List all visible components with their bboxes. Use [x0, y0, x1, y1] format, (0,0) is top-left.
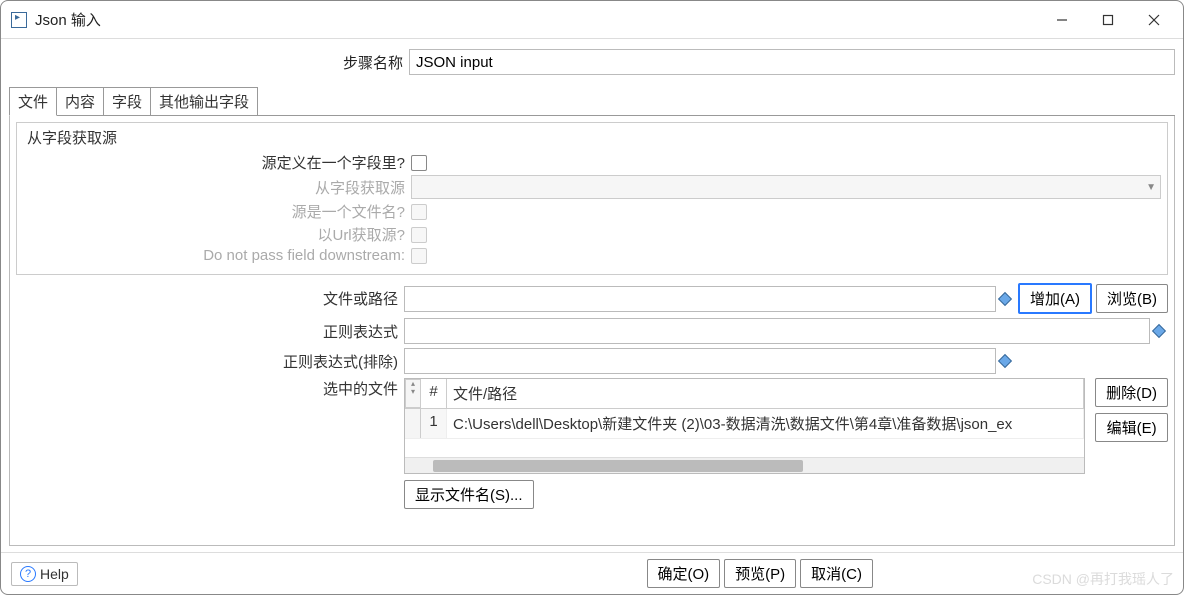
- from-field-label: 从字段获取源: [23, 177, 411, 198]
- source-fieldset: 从字段获取源 源定义在一个字段里? 从字段获取源 ▼ 源是一个文件名? 以Url…: [16, 122, 1168, 275]
- variable-picker-icon[interactable]: [1152, 324, 1166, 338]
- col-header-num: #: [421, 379, 447, 408]
- selected-files-label: 选中的文件: [16, 378, 404, 399]
- file-or-path-input[interactable]: [404, 286, 996, 312]
- edit-button[interactable]: 编辑(E): [1095, 413, 1168, 442]
- regex-label: 正则表达式: [16, 321, 404, 342]
- help-icon: ?: [20, 566, 36, 582]
- tab-bar: 文件 内容 字段 其他输出字段: [9, 87, 1175, 116]
- variable-picker-icon[interactable]: [998, 354, 1012, 368]
- footer: ? Help 确定(O) 预览(P) 取消(C): [1, 552, 1183, 594]
- selected-files-table[interactable]: ▴▾ # 文件/路径 1 C:\Users\dell\Desktop\新建文件夹…: [404, 378, 1085, 474]
- cell-num: 1: [421, 409, 447, 438]
- no-pass-label: Do not pass field downstream:: [23, 247, 411, 264]
- regex-exclude-label: 正则表达式(排除): [16, 351, 404, 372]
- titlebar: Json 输入: [1, 1, 1183, 39]
- ok-button[interactable]: 确定(O): [647, 559, 721, 588]
- maximize-button[interactable]: [1085, 5, 1131, 35]
- tab-content[interactable]: 内容: [56, 87, 104, 115]
- window-root: Json 输入 步骤名称 文件 内容 字段 其他输出字段 从字段获取源 源定义: [0, 0, 1184, 595]
- horizontal-scrollbar[interactable]: [405, 457, 1084, 473]
- regex-input[interactable]: [404, 318, 1150, 344]
- minimize-button[interactable]: [1039, 5, 1085, 35]
- app-icon: [11, 12, 27, 28]
- file-tab-panel: 从字段获取源 源定义在一个字段里? 从字段获取源 ▼ 源是一个文件名? 以Url…: [9, 116, 1175, 546]
- help-label: Help: [40, 566, 69, 582]
- cell-path: C:\Users\dell\Desktop\新建文件夹 (2)\03-数据清洗\…: [447, 409, 1084, 438]
- file-or-path-label: 文件或路径: [16, 288, 404, 309]
- close-button[interactable]: [1131, 5, 1177, 35]
- delete-button[interactable]: 删除(D): [1095, 378, 1168, 407]
- is-file-label: 源是一个文件名?: [23, 201, 411, 222]
- help-button[interactable]: ? Help: [11, 562, 78, 586]
- defined-in-field-label: 源定义在一个字段里?: [23, 152, 411, 173]
- chevron-down-icon: ▼: [1146, 182, 1156, 193]
- cancel-button[interactable]: 取消(C): [800, 559, 873, 588]
- step-name-label: 步骤名称: [9, 52, 409, 73]
- row-spinner[interactable]: ▴▾: [405, 379, 421, 408]
- window-title: Json 输入: [35, 9, 101, 30]
- content-area: 步骤名称 文件 内容 字段 其他输出字段 从字段获取源 源定义在一个字段里? 从…: [1, 39, 1183, 552]
- tab-fields[interactable]: 字段: [103, 87, 151, 115]
- tab-other-output[interactable]: 其他输出字段: [150, 87, 258, 115]
- variable-picker-icon[interactable]: [998, 291, 1012, 305]
- tab-file[interactable]: 文件: [9, 87, 57, 116]
- source-fieldset-title: 从字段获取源: [27, 127, 1161, 148]
- show-filename-button[interactable]: 显示文件名(S)...: [404, 480, 534, 509]
- col-header-path: 文件/路径: [447, 379, 1084, 408]
- preview-button[interactable]: 预览(P): [724, 559, 796, 588]
- from-url-label: 以Url获取源?: [23, 224, 411, 245]
- no-pass-checkbox: [411, 248, 427, 264]
- defined-in-field-checkbox[interactable]: [411, 155, 427, 171]
- table-row[interactable]: 1 C:\Users\dell\Desktop\新建文件夹 (2)\03-数据清…: [405, 409, 1084, 439]
- from-field-combo: ▼: [411, 175, 1161, 199]
- regex-exclude-input[interactable]: [404, 348, 996, 374]
- browse-button[interactable]: 浏览(B): [1096, 284, 1168, 313]
- step-name-input[interactable]: [409, 49, 1175, 75]
- add-button[interactable]: 增加(A): [1018, 283, 1092, 314]
- from-url-checkbox: [411, 227, 427, 243]
- is-file-checkbox: [411, 204, 427, 220]
